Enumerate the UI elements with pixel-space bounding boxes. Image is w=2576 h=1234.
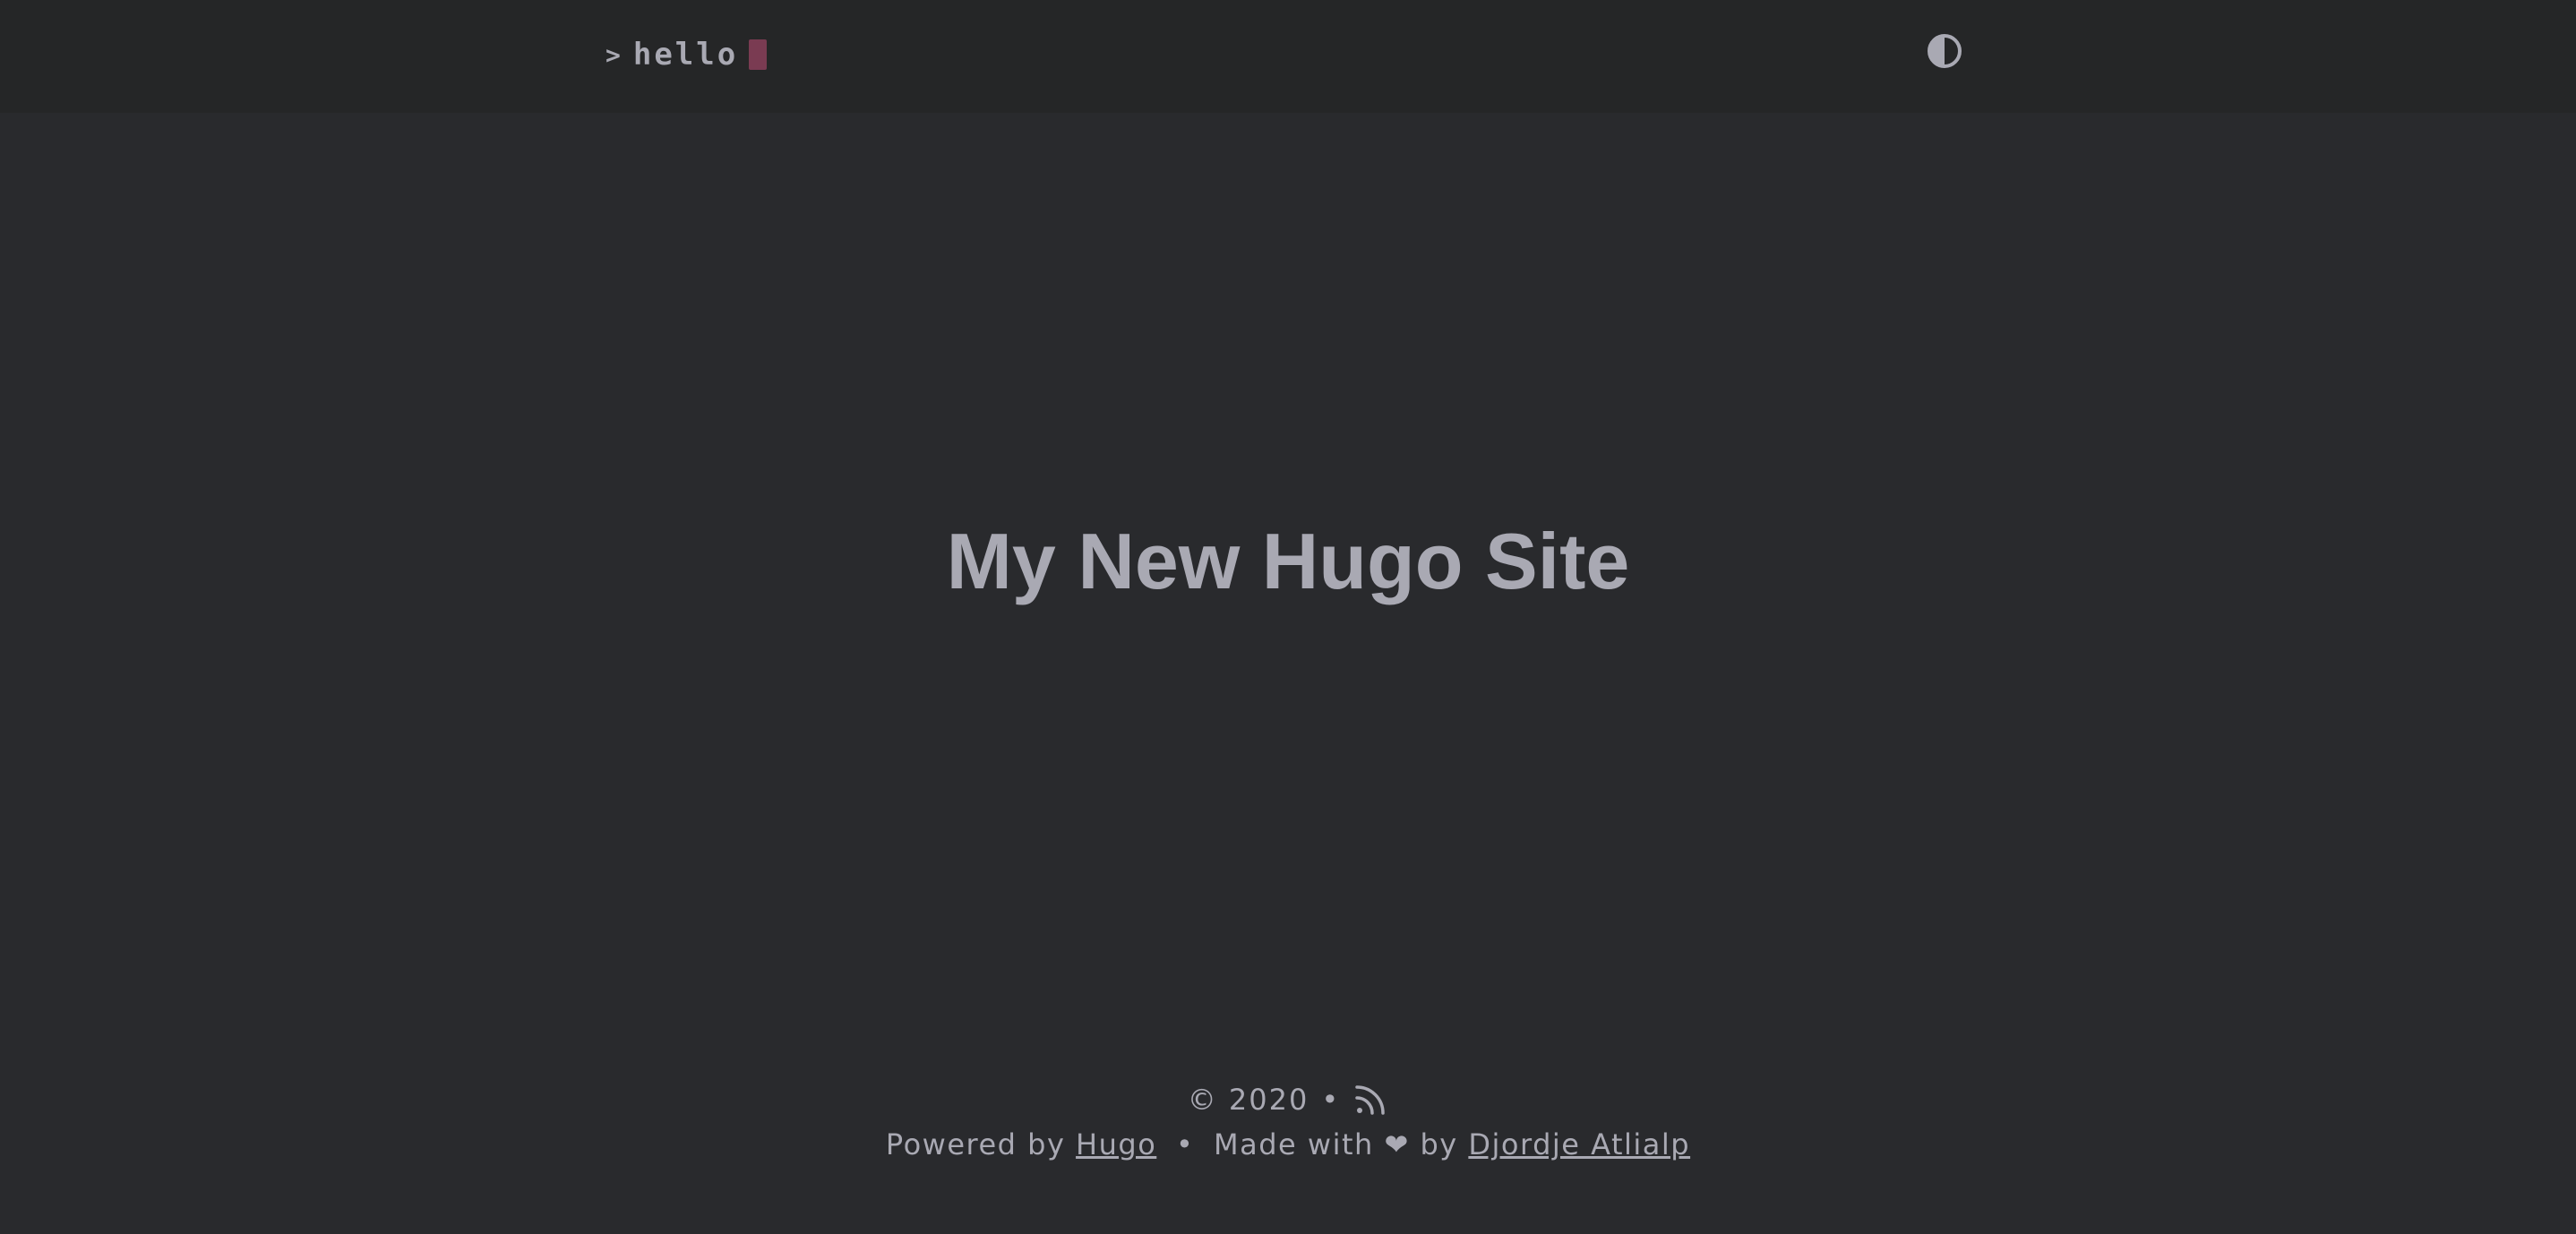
hugo-link[interactable]: Hugo (1076, 1127, 1156, 1161)
site-header: > hello (0, 0, 2576, 113)
rss-feed-link[interactable] (1352, 1082, 1388, 1118)
site-logo-link[interactable]: > hello (605, 34, 768, 75)
by-text: by (1420, 1127, 1458, 1161)
logo-cursor (749, 39, 768, 70)
copyright-text: © 2020 (1187, 1083, 1309, 1117)
powered-by-text: Powered by (885, 1127, 1066, 1161)
logo-text: hello (632, 37, 739, 73)
page-title: My New Hugo Site (946, 517, 1630, 605)
made-with-text: Made with (1214, 1127, 1374, 1161)
rss-icon (1355, 1085, 1385, 1115)
logo-prompt: > (605, 39, 621, 70)
heart-icon: ❤ (1384, 1127, 1410, 1161)
footer-credits-row: Powered by Hugo • Made with ❤ by Djordje… (0, 1125, 2576, 1164)
footer-copyright-row: © 2020 • (0, 1075, 2576, 1125)
bullet-separator: • (1175, 1127, 1195, 1161)
theme-toggle-button[interactable] (1927, 33, 1962, 69)
author-link[interactable]: Djordje Atlialp (1468, 1127, 1690, 1161)
contrast-icon (1928, 34, 1962, 68)
site-footer: © 2020 • Powered by Hugo • Made with ❤ b… (0, 1075, 2576, 1164)
bullet-separator: • (1321, 1083, 1341, 1117)
